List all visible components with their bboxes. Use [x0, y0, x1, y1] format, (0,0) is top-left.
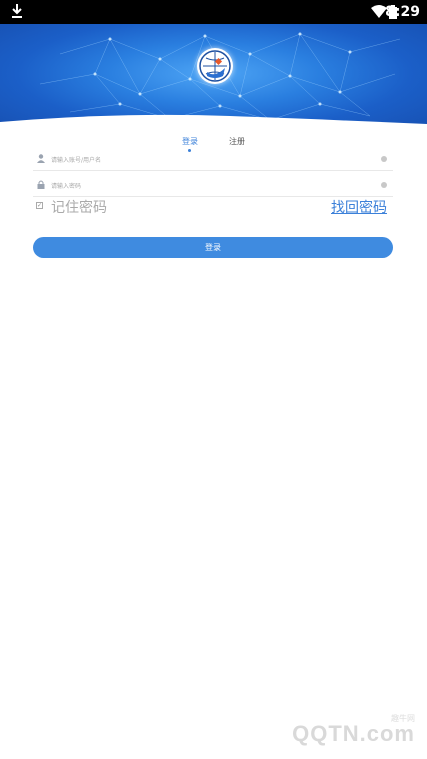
tab-register[interactable]: 注册: [229, 136, 245, 148]
status-bar: 8:29: [0, 0, 427, 24]
forgot-password-link[interactable]: 找回密码: [331, 197, 387, 217]
download-icon: [12, 4, 22, 18]
tab-login[interactable]: 登录: [182, 136, 198, 148]
lock-icon: [37, 180, 45, 189]
user-icon: [37, 154, 45, 163]
watermark: 趣牛网 QQTN.com: [250, 713, 415, 749]
status-time: 8:29: [385, 4, 420, 20]
watermark-text: QQTN.com: [292, 721, 415, 746]
remember-checkbox[interactable]: ✓: [36, 202, 43, 209]
globe-logo: [197, 48, 233, 84]
account-input[interactable]: [51, 153, 371, 167]
clear-account-icon[interactable]: [381, 156, 387, 162]
password-field: [33, 178, 393, 197]
remember-label: 记住密码: [51, 200, 107, 216]
password-input[interactable]: [51, 179, 371, 193]
login-button[interactable]: 登录: [33, 237, 393, 258]
clear-password-icon[interactable]: [381, 182, 387, 188]
account-field: [33, 152, 393, 171]
header-banner: [0, 24, 427, 134]
